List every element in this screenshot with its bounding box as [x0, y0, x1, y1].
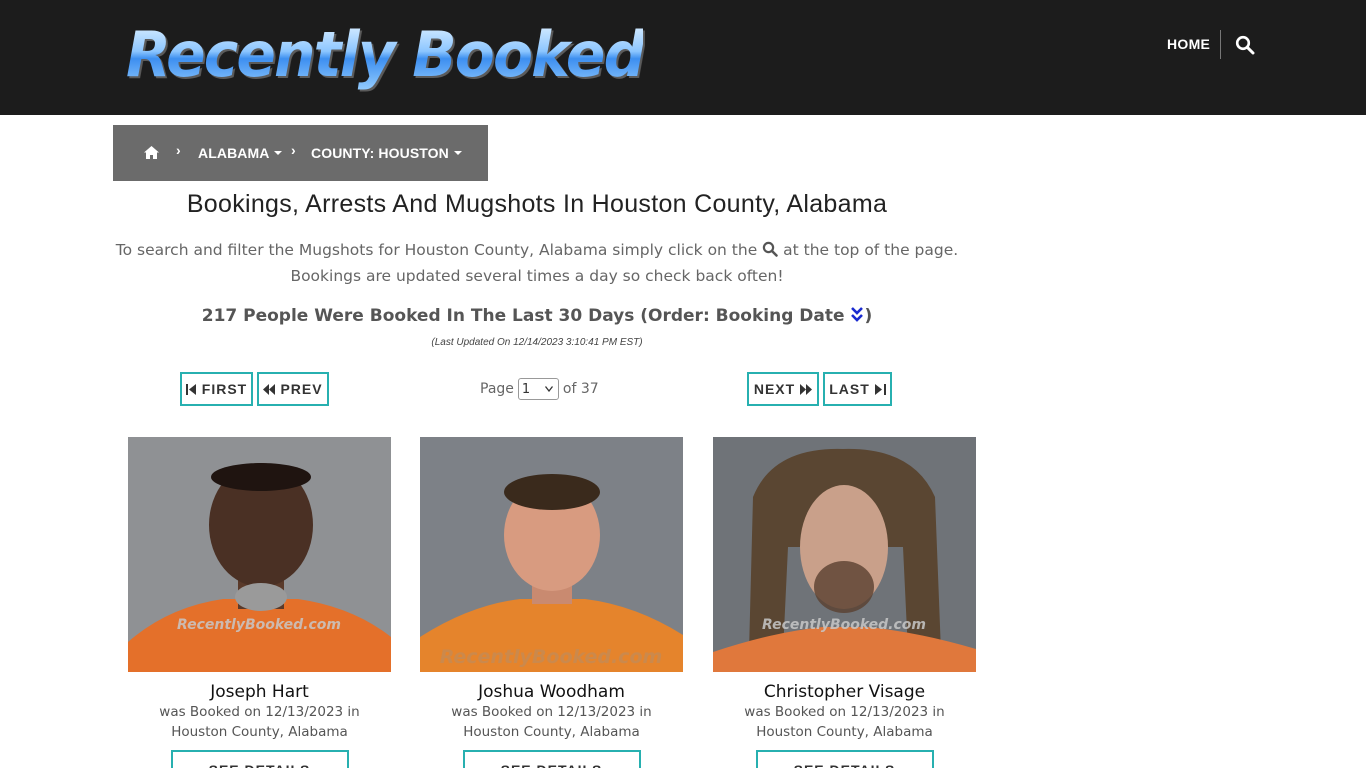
last-page-button[interactable]: LAST	[823, 372, 892, 406]
last-label: LAST	[829, 381, 870, 397]
booking-count-text: 217 People Were Booked In The Last 30 Da…	[201, 306, 845, 326]
booking-info-line2: Houston County, Alabama	[756, 724, 933, 740]
booking-info-line1: was Booked on 12/13/2023 in	[744, 704, 945, 720]
booking-card: RecentlyBooked.com Joseph Hart was Booke…	[128, 437, 391, 768]
chevron-right-icon: ›	[291, 142, 296, 158]
intro-text-line2: Bookings are updated several times a day…	[290, 267, 784, 285]
mugshot-image[interactable]: RecentlyBooked.com	[713, 437, 976, 672]
nav-divider	[1220, 30, 1221, 59]
intro-text: To search and filter the Mugshots for Ho…	[113, 237, 961, 289]
booking-card: RecentlyBooked.com Christopher Visage wa…	[713, 437, 976, 768]
breadcrumb-item-county[interactable]: COUNTY: HOUSTON	[311, 145, 462, 161]
page-select-value: 1	[521, 381, 531, 397]
mugshot-image[interactable]: RecentlyBooked.com	[128, 437, 391, 672]
inmate-name[interactable]: Christopher Visage	[713, 682, 976, 702]
booking-info-line2: Houston County, Alabama	[171, 724, 348, 740]
chevron-down-icon	[544, 386, 553, 392]
inmate-name[interactable]: Joshua Woodham	[420, 682, 683, 702]
home-icon[interactable]	[143, 145, 160, 160]
search-icon[interactable]	[1235, 35, 1255, 55]
first-page-button[interactable]: FIRST	[180, 372, 253, 406]
chevron-right-icon: ›	[176, 142, 181, 158]
next-page-button[interactable]: NEXT	[747, 372, 819, 406]
site-logo[interactable]: Recently Booked	[126, 18, 645, 92]
first-label: FIRST	[201, 381, 248, 397]
next-label: NEXT	[753, 381, 796, 397]
caret-down-icon	[274, 151, 283, 156]
watermark-text: RecentlyBooked.com	[177, 617, 341, 633]
page-total-label: of 37	[562, 381, 599, 397]
sort-order-icon[interactable]	[850, 305, 864, 323]
intro-text-start: To search and filter the Mugshots for Ho…	[115, 241, 758, 259]
booking-count-close: )	[864, 306, 873, 326]
see-details-button[interactable]: SEE DETAILS	[170, 750, 349, 768]
fast-forward-icon	[800, 383, 813, 395]
booking-info-line1: was Booked on 12/13/2023 in	[451, 704, 652, 720]
search-icon	[762, 239, 778, 257]
watermark-text: RecentlyBooked.com	[762, 617, 926, 633]
booking-count: 217 People Were Booked In The Last 30 Da…	[113, 305, 961, 326]
intro-text-end: at the top of the page.	[783, 241, 959, 259]
booking-info-line1: was Booked on 12/13/2023 in	[159, 704, 360, 720]
page-label: Page	[480, 381, 514, 397]
booking-info-line2: Houston County, Alabama	[463, 724, 640, 740]
breadcrumb-county-label: COUNTY: HOUSTON	[311, 145, 449, 161]
last-updated: (Last Updated On 12/14/2023 3:10:41 PM E…	[431, 337, 643, 348]
caret-down-icon	[453, 151, 462, 156]
skip-last-icon	[874, 383, 886, 395]
nav-home-link[interactable]: HOME	[1167, 36, 1210, 52]
mugshot-image[interactable]: RecentlyBooked.com	[420, 437, 683, 672]
see-details-button[interactable]: SEE DETAILS	[755, 750, 934, 768]
page-title: Bookings, Arrests And Mugshots In Housto…	[186, 190, 888, 218]
booking-card: RecentlyBooked.com Joshua Woodham was Bo…	[420, 437, 683, 768]
prev-page-button[interactable]: PREV	[257, 372, 329, 406]
watermark-text: RecentlyBooked.com	[440, 646, 663, 668]
breadcrumb: › ALABAMA › COUNTY: HOUSTON	[113, 125, 488, 181]
inmate-name[interactable]: Joseph Hart	[128, 682, 391, 702]
page-select[interactable]: 1	[517, 378, 559, 400]
breadcrumb-state-label: ALABAMA	[198, 145, 270, 161]
logo-text: Recently Booked	[126, 18, 645, 91]
breadcrumb-item-state[interactable]: ALABAMA	[198, 145, 283, 161]
rewind-icon	[263, 383, 276, 395]
site-header: Recently Booked HOME	[0, 0, 1366, 115]
skip-first-icon	[185, 383, 196, 395]
see-details-button[interactable]: SEE DETAILS	[462, 750, 641, 768]
prev-label: PREV	[280, 381, 323, 397]
page-indicator: Page 1 of 37	[480, 378, 599, 400]
